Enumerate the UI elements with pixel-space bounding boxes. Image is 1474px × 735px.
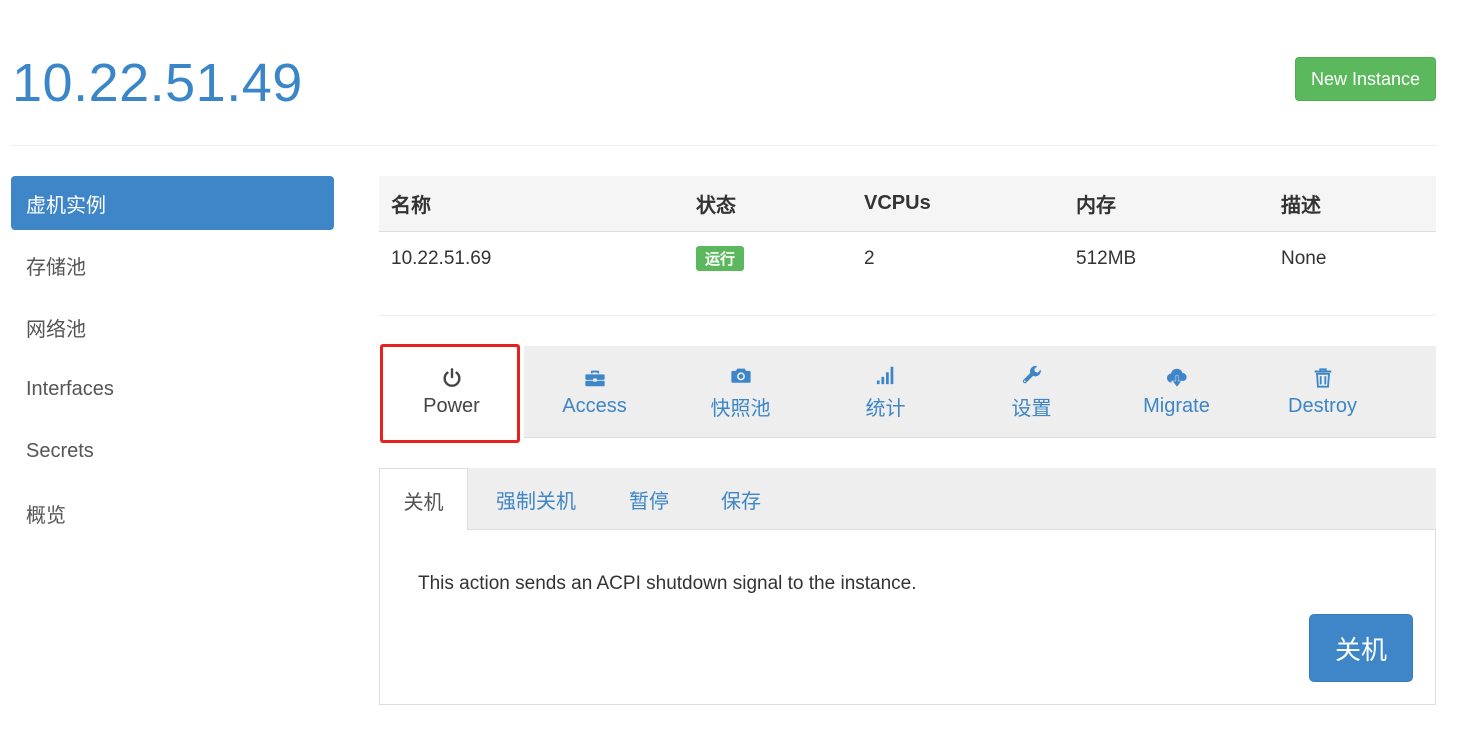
column-header-memory: 内存 — [1064, 176, 1269, 232]
camera-icon — [730, 368, 751, 383]
action-migrate-label: Migrate — [1143, 394, 1210, 417]
cloud-download-icon — [1166, 368, 1187, 387]
column-header-description: 描述 — [1269, 176, 1436, 232]
action-destroy-label: Destroy — [1288, 394, 1357, 417]
vcpus-value: 2 — [864, 247, 875, 269]
tab-force-shutdown[interactable]: 强制关机 — [482, 468, 590, 530]
status-badge: 运行 — [696, 246, 745, 272]
sidebar-item-networks[interactable]: 网络池 — [11, 300, 334, 354]
power-icon — [442, 367, 461, 387]
action-power-label: Power — [423, 394, 480, 417]
description-value: None — [1281, 247, 1327, 269]
briefcase-icon — [584, 370, 605, 386]
column-header-vcpus: VCPUs — [852, 176, 1064, 232]
trash-icon — [1314, 367, 1331, 388]
action-snapshots[interactable]: 快照池 — [668, 346, 813, 438]
table-header-row: 名称 状态 VCPUs 内存 描述 — [379, 176, 1436, 232]
sidebar-item-instances[interactable]: 虚机实例 — [11, 176, 334, 230]
header-divider — [12, 145, 1436, 146]
memory-value: 512MB — [1076, 247, 1137, 269]
tab-shutdown[interactable]: 关机 — [379, 468, 468, 531]
table-divider — [379, 315, 1436, 316]
action-migrate[interactable]: Migrate — [1104, 346, 1249, 438]
table-row: 10.22.51.69 运行 2 512MB None — [379, 231, 1436, 286]
action-power[interactable]: Power — [379, 346, 524, 438]
sidebar-item-interfaces[interactable]: Interfaces — [11, 362, 334, 416]
status-cell: 运行 — [684, 231, 852, 286]
sidebar-item-secrets[interactable]: Secrets — [11, 424, 334, 478]
wrench-icon — [1022, 365, 1041, 383]
shutdown-panel: This action sends an ACPI shutdown signa… — [379, 530, 1436, 705]
action-stats-label: 统计 — [865, 397, 906, 420]
sidebar-item-overview[interactable]: 概览 — [11, 486, 334, 540]
power-tabs: 关机 强制关机 暂停 保存 — [379, 468, 1436, 531]
shutdown-description: This action sends an ACPI shutdown signa… — [418, 573, 917, 594]
column-header-status: 状态 — [684, 176, 852, 232]
action-access-label: Access — [562, 394, 627, 417]
action-settings-label: 设置 — [1011, 397, 1052, 420]
column-header-name: 名称 — [379, 176, 684, 232]
instance-table: 名称 状态 VCPUs 内存 描述 10.22.51.69 运行 2 512MB… — [379, 176, 1436, 286]
page-title: 10.22.51.49 — [12, 53, 303, 113]
tab-save[interactable]: 保存 — [705, 468, 777, 530]
action-snapshots-label: 快照池 — [710, 397, 771, 420]
action-stats[interactable]: 统计 — [813, 346, 958, 438]
tab-suspend[interactable]: 暂停 — [612, 468, 686, 530]
signal-icon — [876, 366, 893, 384]
new-instance-button[interactable]: New Instance — [1295, 57, 1436, 101]
action-destroy[interactable]: Destroy — [1250, 346, 1395, 438]
action-bar: Power Access 快照池 统计 设置 Migrate Destroy — [379, 346, 1436, 438]
sidebar: 虚机实例 存储池 网络池 Interfaces Secrets 概览 — [11, 176, 334, 548]
shutdown-button[interactable]: 关机 — [1309, 614, 1413, 682]
sidebar-item-storage[interactable]: 存储池 — [11, 238, 334, 292]
action-access[interactable]: Access — [522, 346, 667, 438]
action-settings[interactable]: 设置 — [959, 346, 1104, 438]
instance-name: 10.22.51.69 — [391, 247, 492, 269]
